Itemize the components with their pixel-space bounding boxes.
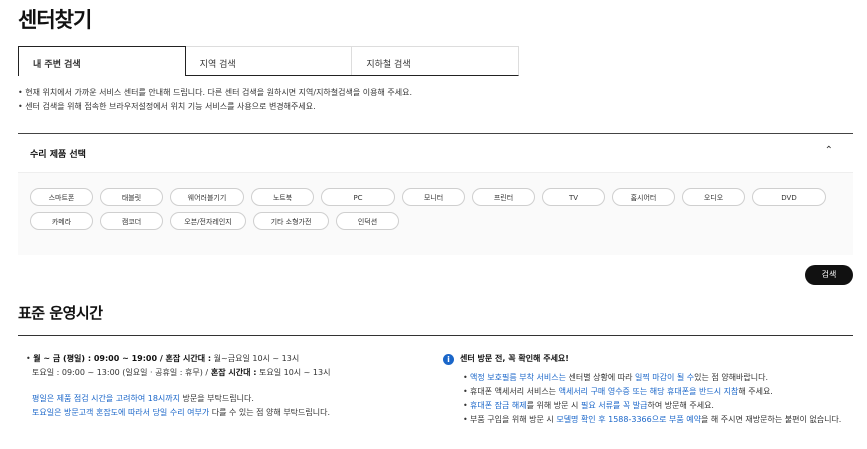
product-chip-home-theater[interactable]: 홈시어터 [612, 188, 675, 206]
repair-product-title: 수리 제품 선택 [30, 150, 86, 160]
product-chip-tablet[interactable]: 태블릿 [100, 188, 163, 206]
product-chip-audio[interactable]: 오디오 [682, 188, 745, 206]
product-chip-tv[interactable]: TV [542, 188, 605, 206]
product-chip-list: 스마트폰 태블릿 웨어러블기기 노트북 PC 모니터 프린터 TV 홈시어터 오… [30, 188, 850, 230]
product-chip-dvd[interactable]: DVD [752, 188, 826, 206]
notice-item: 휴대폰 잠금 해제를 위해 방문 시 필요 서류를 꼭 발급하여 방문해 주세요… [463, 399, 853, 413]
info-icon: i [443, 353, 454, 365]
repair-product-panel: 수리 제품 선택 ⌃ 스마트폰 태블릿 웨어러블기기 노트북 PC 모니터 프린… [18, 133, 853, 255]
notice-item: 부품 구입을 위해 방문 시 모델명 확인 후 1588-3366으로 부품 예… [463, 413, 853, 427]
note-item: 현재 위치에서 가까운 서비스 센터를 안내해 드립니다. 다른 센터 검색을 … [18, 86, 412, 100]
weekday-hours: 월 ~ 금 (평일) : 09:00 ~ 19:00 / 혼잡 시간대 : 월~… [32, 352, 432, 366]
product-chip-printer[interactable]: 프린터 [472, 188, 535, 206]
search-tabs: 내 주변 검색 지역 검색 지하철 검색 [18, 46, 519, 76]
notice-list: 액정 보호필름 부착 서비스는 센터별 상황에 따라 일찍 마감이 될 수있는 … [443, 371, 853, 427]
note-item: 센터 검색을 위해 접속한 브라우저설정에서 위치 기능 서비스를 사용으로 변… [18, 100, 412, 114]
operating-hours: 월 ~ 금 (평일) : 09:00 ~ 19:00 / 혼잡 시간대 : 월~… [32, 352, 432, 420]
section-divider [18, 335, 853, 336]
notice-item: 액정 보호필름 부착 서비스는 센터별 상황에 따라 일찍 마감이 될 수있는 … [463, 371, 853, 385]
product-chip-small-appliance[interactable]: 기타 소형가전 [253, 212, 329, 230]
product-chip-monitor[interactable]: 모니터 [402, 188, 465, 206]
product-chip-camera[interactable]: 카메라 [30, 212, 93, 230]
product-chip-camcorder[interactable]: 캠코더 [100, 212, 163, 230]
product-chip-wearable[interactable]: 웨어러블기기 [170, 188, 244, 206]
repair-product-header[interactable]: 수리 제품 선택 ⌃ [18, 134, 853, 173]
product-chip-laptop[interactable]: 노트북 [251, 188, 314, 206]
product-chip-pc[interactable]: PC [321, 188, 395, 206]
search-button[interactable]: 검색 [805, 265, 853, 285]
product-chip-smartphone[interactable]: 스마트폰 [30, 188, 93, 206]
tab-nearby-search[interactable]: 내 주변 검색 [18, 46, 186, 76]
notice-item: 휴대폰 액세서리 서비스는 액세서리 구매 영수증 또는 해당 휴대폰을 반드시… [463, 385, 853, 399]
product-chip-oven-microwave[interactable]: 오븐/전자레인지 [170, 212, 246, 230]
saturday-hours: 토요일 : 09:00 ~ 13:00 (일요일 · 공휴일 : 휴무) / 혼… [32, 368, 331, 377]
tab-region-search[interactable]: 지역 검색 [185, 47, 353, 75]
weekday-visit-note: 평일은 제품 점검 시간을 고려하여 18시까지 방문을 부탁드립니다. [32, 394, 254, 403]
hours-title: 표준 운영시간 [18, 304, 103, 322]
search-notes: 현재 위치에서 가까운 서비스 센터를 안내해 드립니다. 다른 센터 검색을 … [18, 86, 412, 114]
saturday-visit-note: 토요일은 방문고객 혼잡도에 따라서 당일 수리 여부가 다를 수 있는 점 양… [32, 408, 331, 417]
chevron-up-icon[interactable]: ⌃ [825, 145, 833, 156]
visit-notice: i 센터 방문 전, 꼭 확인해 주세요! 액정 보호필름 부착 서비스는 센터… [443, 352, 853, 427]
page-title: 센터찾기 [18, 8, 92, 32]
product-chip-induction[interactable]: 인덕션 [336, 212, 399, 230]
tab-subway-search[interactable]: 지하철 검색 [352, 47, 519, 75]
notice-title: 센터 방문 전, 꼭 확인해 주세요! [460, 354, 569, 363]
notice-header: i 센터 방문 전, 꼭 확인해 주세요! [443, 352, 853, 366]
